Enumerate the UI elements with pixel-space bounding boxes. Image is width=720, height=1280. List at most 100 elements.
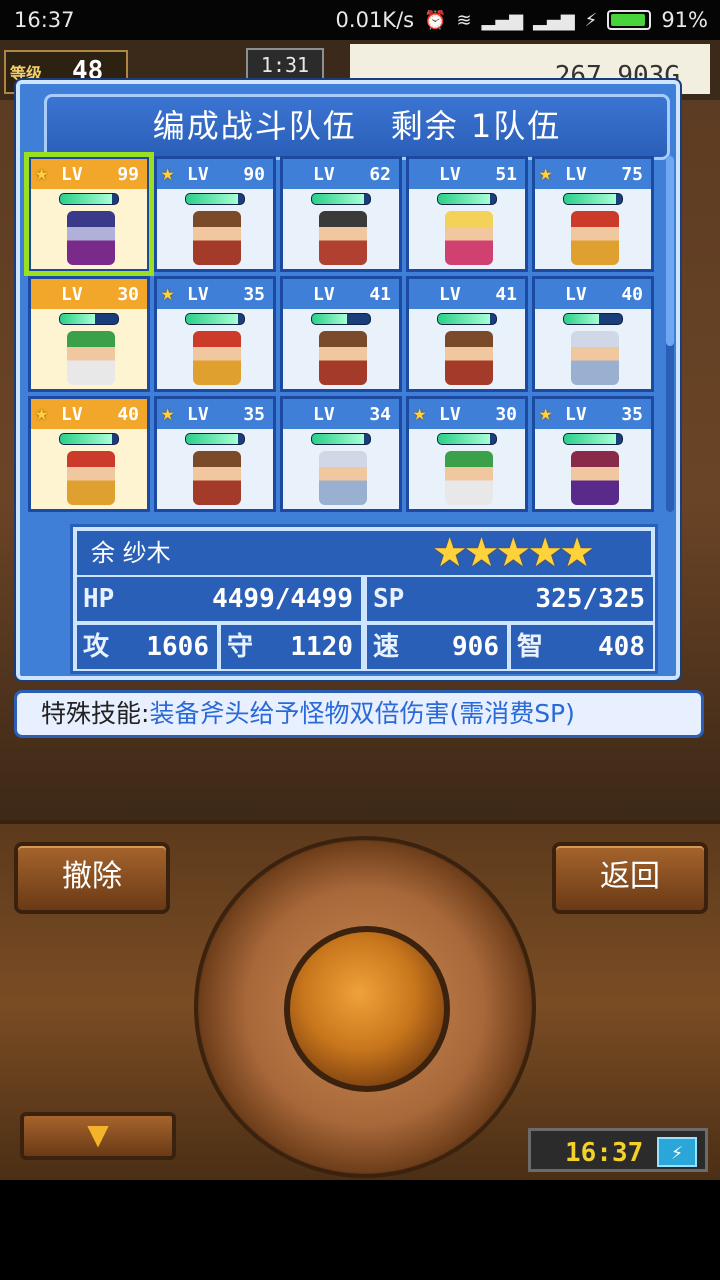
attack-label: 攻 — [83, 632, 110, 662]
character-slot[interactable]: ★ LV 75 — [532, 156, 654, 272]
level-label: LV — [439, 404, 461, 425]
game-screen: 等级 48 1:31 267,903G 编成战斗队伍 剩余 1队伍 ★ LV 99 ★… — [0, 40, 720, 1180]
scrollbar-thumb[interactable] — [666, 156, 674, 346]
hp-bar — [185, 193, 245, 205]
speed-stat: 速 906 — [367, 625, 507, 669]
level-label: LV — [565, 164, 587, 185]
back-button[interactable]: 返回 — [552, 842, 708, 914]
hp-bar-fill — [312, 194, 365, 204]
character-slot[interactable]: ★ LV 30 — [406, 396, 528, 512]
level-header: ★ LV 99 — [31, 159, 147, 189]
character-slot[interactable]: ★ LV 99 — [24, 152, 154, 276]
defense-label: 守 — [227, 632, 254, 662]
character-slot[interactable]: LV 34 — [280, 396, 402, 512]
character-name: 余 纱木 — [91, 539, 171, 567]
level-value: 90 — [243, 164, 265, 185]
character-sprite — [319, 331, 367, 385]
hp-bar — [437, 433, 497, 445]
character-slot[interactable]: LV 41 — [280, 276, 402, 392]
hp-bar — [311, 193, 371, 205]
level-label: LV — [187, 404, 209, 425]
level-label: LV — [439, 164, 461, 185]
intelligence-label: 智 — [517, 632, 544, 662]
sp-stat: SP 325/325 — [367, 577, 653, 621]
hp-bar-fill — [438, 434, 491, 444]
level-label: LV — [61, 164, 83, 185]
hp-bar-fill — [564, 314, 599, 324]
skill-description: 装备斧头给予怪物双倍伤害(需消费SP) — [149, 699, 575, 728]
attack-value: 1606 — [146, 632, 209, 662]
battery-percent: 91% — [661, 8, 708, 32]
level-value: 40 — [117, 404, 139, 425]
character-slot[interactable]: LV 62 — [280, 156, 402, 272]
character-slot[interactable]: LV 30 — [28, 276, 150, 392]
level-label: LV — [565, 404, 587, 425]
level-label: LV — [187, 284, 209, 305]
speed-value: 906 — [452, 632, 499, 662]
character-sprite — [67, 451, 115, 505]
star-icon: ★ — [35, 401, 49, 426]
level-value: 30 — [495, 404, 517, 425]
character-sprite — [67, 211, 115, 265]
level-value: 35 — [621, 404, 643, 425]
stat-row-hp-sp: HP 4499/4499 SP 325/325 — [77, 577, 653, 621]
star-icon: ★ — [161, 281, 175, 306]
hp-bar — [563, 193, 623, 205]
character-sprite — [445, 211, 493, 265]
hp-bar — [311, 433, 371, 445]
level-label: LV — [187, 164, 209, 185]
rarity-stars: ★★★★★ — [431, 530, 595, 576]
level-label: LV — [439, 284, 461, 305]
remove-button[interactable]: 撤除 — [14, 842, 170, 914]
level-header: LV 34 — [283, 399, 399, 429]
level-value: 41 — [369, 284, 391, 305]
hp-bar — [59, 193, 119, 205]
dpad-center-button[interactable] — [284, 926, 450, 1092]
character-sprite — [193, 211, 241, 265]
hp-bar — [563, 313, 623, 325]
level-value: 34 — [369, 404, 391, 425]
level-label: LV — [313, 404, 335, 425]
character-sprite — [571, 451, 619, 505]
level-value: 30 — [117, 284, 139, 305]
character-sprite — [445, 451, 493, 505]
level-label: LV — [61, 284, 83, 305]
level-value: 75 — [621, 164, 643, 185]
character-slot[interactable]: ★ LV 35 — [154, 276, 276, 392]
level-label: LV — [313, 164, 335, 185]
level-header: ★ LV 35 — [157, 279, 273, 309]
character-slot[interactable]: LV 40 — [532, 276, 654, 392]
roster-grid: ★ LV 99 ★ LV 90 LV 62 LV 51 ★ LV 75 LV 30 ★ LV 35 LV 41 LV 41… — [24, 152, 676, 512]
speed-label: 速 — [373, 632, 400, 662]
character-slot[interactable]: LV 51 — [406, 156, 528, 272]
character-sprite — [319, 451, 367, 505]
sp-value: 325/325 — [535, 584, 645, 614]
defense-value: 1120 — [290, 632, 353, 662]
character-slot[interactable]: ★ LV 35 — [154, 396, 276, 512]
level-label: LV — [565, 284, 587, 305]
level-value: 35 — [243, 284, 265, 305]
level-value: 51 — [495, 164, 517, 185]
character-slot[interactable]: ★ LV 35 — [532, 396, 654, 512]
character-slot[interactable]: ★ LV 40 — [28, 396, 150, 512]
character-slot[interactable]: ★ LV 90 — [154, 156, 276, 272]
hp-bar — [437, 193, 497, 205]
skill-label: 特殊技能: — [41, 699, 150, 728]
hp-bar — [185, 313, 245, 325]
hp-bar — [563, 433, 623, 445]
device-clock: 16:37 ⚡ — [528, 1128, 708, 1172]
character-stats-panel: 余 纱木 ★★★★★ HP 4499/4499 SP 325/325 攻 160… — [70, 524, 658, 674]
character-sprite — [193, 331, 241, 385]
level-header: LV 41 — [409, 279, 525, 309]
signal-icon: ▂▄▆ — [481, 9, 524, 31]
intelligence-stat: 智 408 — [511, 625, 653, 669]
game-clock: 1:31 — [246, 48, 324, 82]
hp-bar-fill — [60, 434, 113, 444]
character-sprite — [319, 211, 367, 265]
character-sprite — [445, 331, 493, 385]
level-header: ★ LV 35 — [535, 399, 651, 429]
roster-scrollbar[interactable] — [666, 156, 674, 512]
character-slot[interactable]: LV 41 — [406, 276, 528, 392]
star-icon: ★ — [539, 401, 553, 426]
menu-down-button[interactable]: ▼ — [20, 1112, 176, 1160]
